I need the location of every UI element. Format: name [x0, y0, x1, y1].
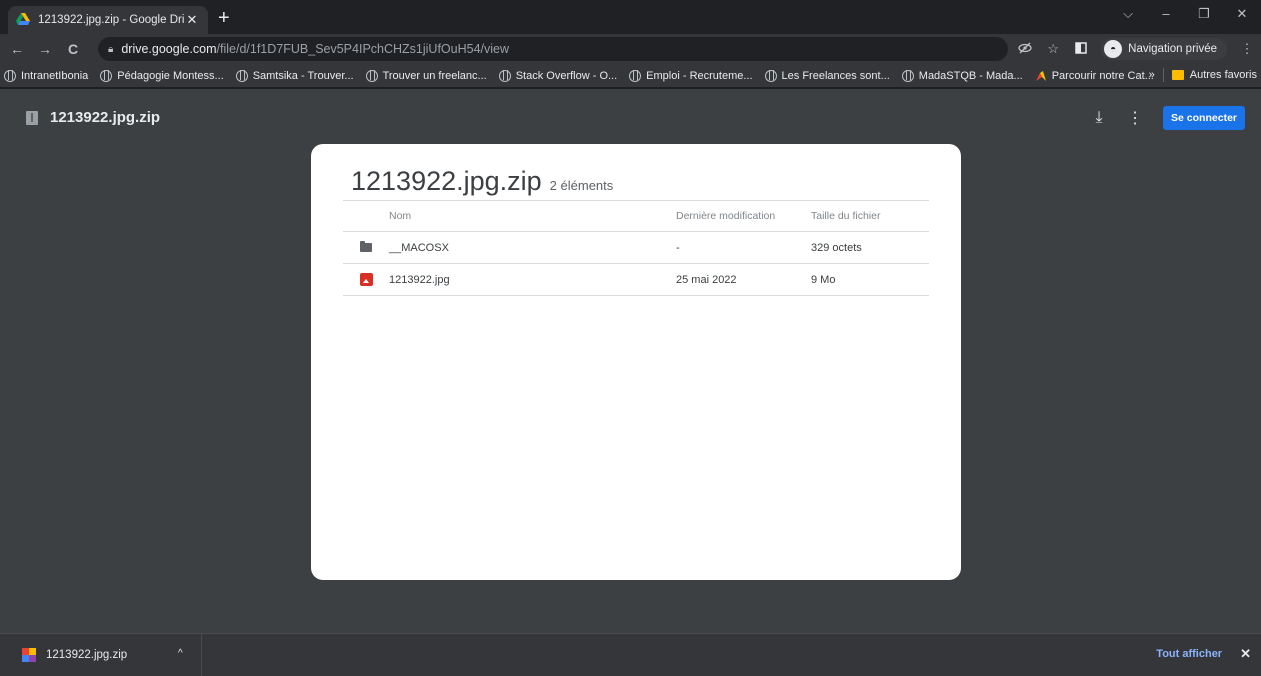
lock-icon[interactable]: 🔒︎: [108, 44, 113, 55]
tab-title: 1213922.jpg.zip - Google Drive: [38, 14, 184, 26]
column-name[interactable]: Nom: [389, 210, 676, 222]
download-item[interactable]: 1213922.jpg.zip ^: [0, 634, 202, 676]
incognito-badge[interactable]: ◓ Navigation privée: [1101, 38, 1227, 60]
archive-table: Nom Dernière modification Taille du fich…: [343, 200, 929, 296]
bookmark-label: Samtsika - Trouver...: [252, 69, 354, 82]
bookmarks-bar: IntranetIbonia Pédagogie Montess... Samt…: [0, 64, 1261, 88]
tab-close-icon[interactable]: ✕: [184, 12, 200, 28]
close-window-button[interactable]: ✕: [1223, 0, 1261, 30]
archive-name: 1213922.jpg.zip: [351, 166, 542, 196]
eye-slash-icon[interactable]: [1017, 42, 1033, 57]
browser-menu-icon[interactable]: ⋮: [1239, 41, 1255, 57]
table-row[interactable]: 1213922.jpg 25 mai 2022 9 Mo: [343, 264, 929, 296]
new-tab-button[interactable]: +: [218, 8, 230, 28]
download-shelf: 1213922.jpg.zip ^ Tout afficher ✕: [0, 633, 1261, 676]
catalog-icon: [1035, 70, 1047, 82]
item-count: 2 éléments: [549, 178, 614, 193]
column-size[interactable]: Taille du fichier: [811, 210, 929, 222]
zip-file-icon: [26, 110, 38, 125]
sign-in-button[interactable]: Se connecter: [1163, 106, 1245, 130]
reload-button[interactable]: C: [62, 41, 84, 57]
row-size: 9 Mo: [811, 273, 836, 286]
tab-search-icon[interactable]: ⌵: [1109, 0, 1147, 30]
window-controls: ⌵ – ❐ ✕: [1109, 0, 1261, 30]
divider: [1162, 68, 1164, 82]
toolbar-right: ☆ ◓ Navigation privée ⋮: [1017, 38, 1255, 60]
viewer-header: 1213922.jpg.zip ⤓ ⋮ Se connecter: [0, 89, 1261, 145]
image-icon: [359, 273, 373, 286]
bookmarks-overflow-chevron[interactable]: »: [1149, 69, 1155, 81]
folder-icon: [360, 241, 372, 252]
bookmark-item[interactable]: Parcourir notre Cat...: [1035, 70, 1154, 82]
bookmarks-overflow: » Autres favoris: [1149, 68, 1257, 82]
file-title-text: 1213922.jpg.zip: [50, 109, 161, 126]
bookmark-item[interactable]: IntranetIbonia: [4, 69, 89, 82]
table-header: Nom Dernière modification Taille du fich…: [343, 200, 929, 232]
bookmark-label: Trouver un freelanc...: [382, 69, 487, 82]
minimize-button[interactable]: –: [1147, 0, 1185, 30]
globe-icon: [901, 69, 914, 82]
row-icon-cell: [343, 273, 389, 286]
download-icon[interactable]: ⤓: [1091, 109, 1107, 127]
row-size: 329 octets: [811, 241, 862, 254]
globe-icon: [629, 69, 642, 82]
bookmark-star-icon[interactable]: ☆: [1045, 41, 1061, 57]
globe-icon: [498, 69, 511, 82]
table-row[interactable]: __MACOSX - 329 octets: [343, 232, 929, 264]
address-bar[interactable]: 🔒︎ drive.google.com/file/d/1f1D7FUB_Sev5…: [98, 37, 1008, 61]
url-host: drive.google.com: [121, 42, 217, 56]
bookmark-item[interactable]: Stack Overflow - O...: [498, 69, 618, 82]
back-button[interactable]: ←: [6, 41, 28, 57]
bookmark-label: Les Freelances sont...: [781, 69, 890, 82]
folder-icon: [1171, 70, 1184, 80]
archive-file-icon: [22, 648, 36, 662]
bookmark-item[interactable]: Pédagogie Montess...: [100, 69, 224, 82]
bookmark-label: MadaSTQB - Mada...: [918, 69, 1023, 82]
row-name: __MACOSX: [389, 241, 449, 254]
google-drive-icon: [16, 13, 30, 27]
bookmark-label: IntranetIbonia: [21, 69, 89, 82]
archive-card: 1213922.jpg.zip 2 éléments Nom Dernière …: [311, 144, 961, 580]
incognito-label: Navigation privée: [1128, 43, 1217, 55]
bookmark-label: Emploi - Recruteme...: [646, 69, 753, 82]
bookmark-item[interactable]: Samtsika - Trouver...: [235, 69, 354, 82]
bookmark-item[interactable]: MadaSTQB - Mada...: [901, 69, 1023, 82]
row-modified: 25 mai 2022: [676, 273, 737, 286]
globe-icon: [365, 69, 378, 82]
globe-icon: [764, 69, 777, 82]
archive-header: 1213922.jpg.zip 2 éléments: [351, 166, 613, 197]
row-name: 1213922.jpg: [389, 273, 450, 286]
globe-icon: [100, 69, 113, 82]
other-favorites-link[interactable]: Autres favoris: [1190, 69, 1257, 81]
viewer-file-title: 1213922.jpg.zip: [26, 109, 160, 126]
browser-toolbar: ← → C 🔒︎ drive.google.com/file/d/1f1D7FU…: [0, 34, 1261, 64]
download-filename: 1213922.jpg.zip: [46, 649, 128, 661]
restore-button[interactable]: ❐: [1185, 0, 1223, 30]
close-shelf-icon[interactable]: ✕: [1240, 646, 1251, 662]
bookmark-item[interactable]: Les Freelances sont...: [764, 69, 890, 82]
bookmark-label: Parcourir notre Cat...: [1051, 69, 1154, 82]
drive-viewer: 1213922.jpg.zip ⤓ ⋮ Se connecter 1213922…: [0, 89, 1261, 633]
viewer-actions: ⤓ ⋮ Se connecter: [1091, 106, 1245, 130]
forward-button[interactable]: →: [34, 41, 56, 57]
incognito-icon: ◓: [1104, 40, 1123, 58]
browser-tab[interactable]: 1213922.jpg.zip - Google Drive ✕: [8, 6, 208, 34]
show-all-button[interactable]: Tout afficher: [1156, 648, 1222, 660]
more-options-icon[interactable]: ⋮: [1127, 108, 1143, 128]
side-panel-icon[interactable]: [1073, 41, 1089, 57]
row-modified: -: [676, 241, 680, 254]
globe-icon: [235, 69, 248, 82]
bookmark-label: Pédagogie Montess...: [117, 69, 224, 82]
bookmark-label: Stack Overflow - O...: [515, 69, 618, 82]
globe-icon: [4, 69, 16, 82]
shelf-actions: Tout afficher ✕: [1156, 646, 1251, 662]
tab-strip: 1213922.jpg.zip - Google Drive ✕ + ⌵ – ❐…: [0, 0, 1261, 34]
chevron-up-icon[interactable]: ^: [178, 648, 183, 659]
url-path: /file/d/1f1D7FUB_Sev5P4IPchCHZs1jiUfOuH5…: [216, 42, 510, 56]
bookmark-item[interactable]: Emploi - Recruteme...: [629, 69, 753, 82]
row-icon-cell: [343, 241, 389, 252]
column-modified[interactable]: Dernière modification: [676, 210, 811, 222]
bookmark-item[interactable]: Trouver un freelanc...: [365, 69, 487, 82]
